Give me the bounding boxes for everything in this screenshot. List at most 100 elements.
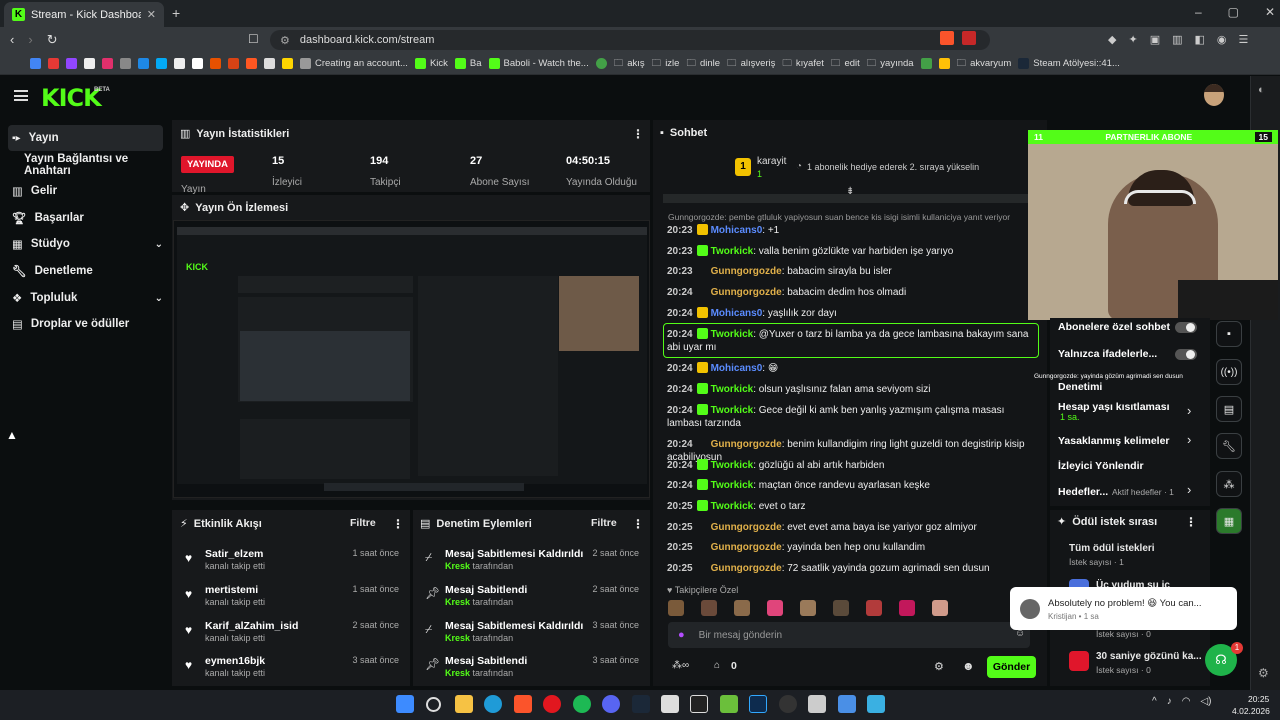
vpn-icon[interactable]: ◉ xyxy=(1217,33,1227,46)
emote-icon[interactable] xyxy=(899,600,915,616)
bookmark-item[interactable] xyxy=(938,58,950,69)
stream-preview-frame[interactable]: KICK xyxy=(173,220,650,498)
emote-icon[interactable] xyxy=(767,600,783,616)
message-user[interactable]: Tworkick xyxy=(711,329,754,340)
chat-toast[interactable]: Absolutely no problem! 😆 You can... Kris… xyxy=(1010,587,1237,630)
bookmark-item[interactable] xyxy=(192,58,203,69)
chat-settings-icon[interactable]: ⚙ xyxy=(934,660,944,673)
sub-only-toggle[interactable] xyxy=(1175,322,1197,333)
sidebar-item-stream-key[interactable]: Yayın Bağlantısı ve Anahtarı xyxy=(20,152,175,178)
reload-icon[interactable]: ↻ xyxy=(47,32,58,48)
chat-message[interactable]: 20:24 Tworkick: olsun yaşlısınız falan am… xyxy=(667,383,1037,396)
more-options-icon[interactable]: ⋮ xyxy=(632,127,644,141)
bookmark-item[interactable] xyxy=(120,58,131,69)
sidebar-panel-icon[interactable]: ◐ xyxy=(1258,84,1265,96)
tab-search-icon[interactable]: ▣ xyxy=(1150,33,1160,46)
chat-message[interactable]: 20:24 Tworkick: gözlüğü al abi artık harb… xyxy=(667,459,1037,472)
bookmark-item[interactable] xyxy=(595,58,607,69)
sidebar-toggle-icon[interactable]: ▥ xyxy=(1172,33,1182,46)
bookmark-item[interactable] xyxy=(246,58,257,69)
forward-icon[interactable]: › xyxy=(28,32,32,48)
emote-icon[interactable] xyxy=(833,600,849,616)
opera-icon[interactable] xyxy=(543,695,561,713)
message-user[interactable]: Mohicans0 xyxy=(711,363,763,374)
windows-start-icon[interactable] xyxy=(396,695,414,713)
brave-shield-icon[interactable] xyxy=(940,31,954,45)
message-user[interactable]: Tworkick xyxy=(711,501,754,512)
moderation-filter-button[interactable]: Filtre xyxy=(591,517,617,529)
bookmark-folder[interactable]: 🗀 dinle xyxy=(686,56,720,72)
close-tab-icon[interactable]: ✕ xyxy=(147,8,156,21)
bookmark-item[interactable] xyxy=(84,58,95,69)
user-avatar[interactable] xyxy=(1204,84,1224,106)
emote-icon[interactable] xyxy=(932,600,948,616)
spotify-icon[interactable] xyxy=(573,695,591,713)
capcut-icon[interactable] xyxy=(690,695,708,713)
chevron-right-icon[interactable]: › xyxy=(1187,432,1191,447)
reward-item-title[interactable]: 30 saniye gözünü ka... xyxy=(1096,651,1202,662)
goals-label[interactable]: Hedefler... xyxy=(1058,486,1108,498)
chevron-right-icon[interactable]: › xyxy=(1187,482,1191,497)
layout-quick-button[interactable]: ▤ xyxy=(1216,396,1242,422)
bookmark-folder[interactable]: 🗀 yayında xyxy=(867,56,914,72)
chat-message[interactable]: 20:23 Tworkick: valla benim gözlükte var … xyxy=(667,245,1037,258)
minimize-icon[interactable]: – xyxy=(1195,5,1202,19)
chat-message[interactable]: 20:24 Mohicans0: 😁 xyxy=(667,362,1037,375)
settings-gear-icon[interactable]: ⚙ xyxy=(1258,666,1269,680)
chat-message[interactable]: 20:23 Mohicans0: +1 xyxy=(667,224,1037,237)
bookmark-folder[interactable]: 🗀 edit xyxy=(831,56,860,72)
community-quick-button[interactable]: ⁂ xyxy=(1216,471,1242,497)
shield-icon[interactable]: ◆ xyxy=(1108,33,1116,46)
tools-quick-button[interactable]: 🔧︎ xyxy=(1216,433,1242,459)
bookmark-folder[interactable]: 🗀 izle xyxy=(652,56,680,72)
photoshop-icon[interactable] xyxy=(749,695,767,713)
emote-icon[interactable] xyxy=(800,600,816,616)
bookmark-item[interactable] xyxy=(30,58,41,69)
message-user[interactable]: Gunngorgozde xyxy=(711,287,782,298)
send-button[interactable]: Gönder xyxy=(987,656,1036,678)
message-user[interactable]: Gunngorgozde xyxy=(711,542,782,553)
chat-message[interactable]: 20:24 Tworkick: maçtan önce randevu ayarl… xyxy=(667,479,1037,492)
chat-message[interactable]: 20:25 Gunngorgozde: yayinda ben hep onu k… xyxy=(667,541,1037,554)
wallet-icon[interactable]: ◧ xyxy=(1195,33,1205,46)
bookmark-item[interactable] xyxy=(156,58,167,69)
gift-box-icon[interactable]: ⌂ xyxy=(714,660,720,671)
back-icon[interactable]: ‹ xyxy=(10,32,14,48)
message-user[interactable]: Tworkick xyxy=(711,480,754,491)
message-user[interactable]: Tworkick xyxy=(711,246,754,257)
emote-icon[interactable] xyxy=(668,600,684,616)
message-user[interactable]: Mohicans0 xyxy=(711,308,763,319)
bookmark-item[interactable] xyxy=(210,58,221,69)
brave-icon[interactable] xyxy=(514,695,532,713)
bookmark-item[interactable] xyxy=(228,58,239,69)
bookmark-item[interactable]: Kick xyxy=(414,58,448,69)
wifi-icon[interactable]: ◠ xyxy=(1182,696,1191,707)
app-icon[interactable] xyxy=(808,695,826,713)
bookmark-item[interactable] xyxy=(264,58,275,69)
edge-icon[interactable] xyxy=(484,695,502,713)
chat-message[interactable]: 20:25 Gunngorgozde: evet evet ama baya is… xyxy=(667,521,1037,534)
emote-menu-icon[interactable]: ☻ xyxy=(962,659,975,673)
url-bar[interactable]: ⚙ dashboard.kick.com/stream xyxy=(270,30,990,50)
reward-more-icon[interactable]: ⋮ xyxy=(1185,515,1197,529)
sidebar-item-studyo[interactable]: ▦ Stüdyo ⌄ xyxy=(8,231,163,257)
close-window-icon[interactable]: ✕ xyxy=(1265,5,1275,19)
bookmark-item[interactable] xyxy=(66,58,77,69)
activity-more-icon[interactable]: ⋮ xyxy=(392,517,404,531)
sidebar-item-basarilar[interactable]: 🏆︎ Başarılar xyxy=(8,205,163,231)
sidebar-item-topluluk[interactable]: ❖ Topluluk ⌄ xyxy=(8,285,163,311)
bookmark-item[interactable] xyxy=(174,58,185,69)
extension-quick-button[interactable]: ▦ xyxy=(1216,508,1242,534)
chat-input[interactable]: ● Bir mesaj gönderin xyxy=(668,622,1030,648)
broadcast-quick-button[interactable]: ((•)) xyxy=(1216,359,1242,385)
chat-message[interactable]: 20:25 Tworkick: evet o tarz xyxy=(667,500,1037,513)
viewer-redirect-label[interactable]: İzleyici Yönlendir xyxy=(1058,460,1144,472)
steam-icon[interactable] xyxy=(632,695,650,713)
bookmark-item[interactable] xyxy=(102,58,113,69)
bookmark-folder[interactable]: 🗀 alışveriş xyxy=(727,56,775,72)
message-user[interactable]: Tworkick xyxy=(711,405,754,416)
new-tab-button[interactable]: + xyxy=(172,5,180,21)
notepad-icon[interactable] xyxy=(661,695,679,713)
bookmark-folder[interactable]: 🗀 akvaryum xyxy=(957,56,1012,72)
bookmark-item[interactable] xyxy=(138,58,149,69)
